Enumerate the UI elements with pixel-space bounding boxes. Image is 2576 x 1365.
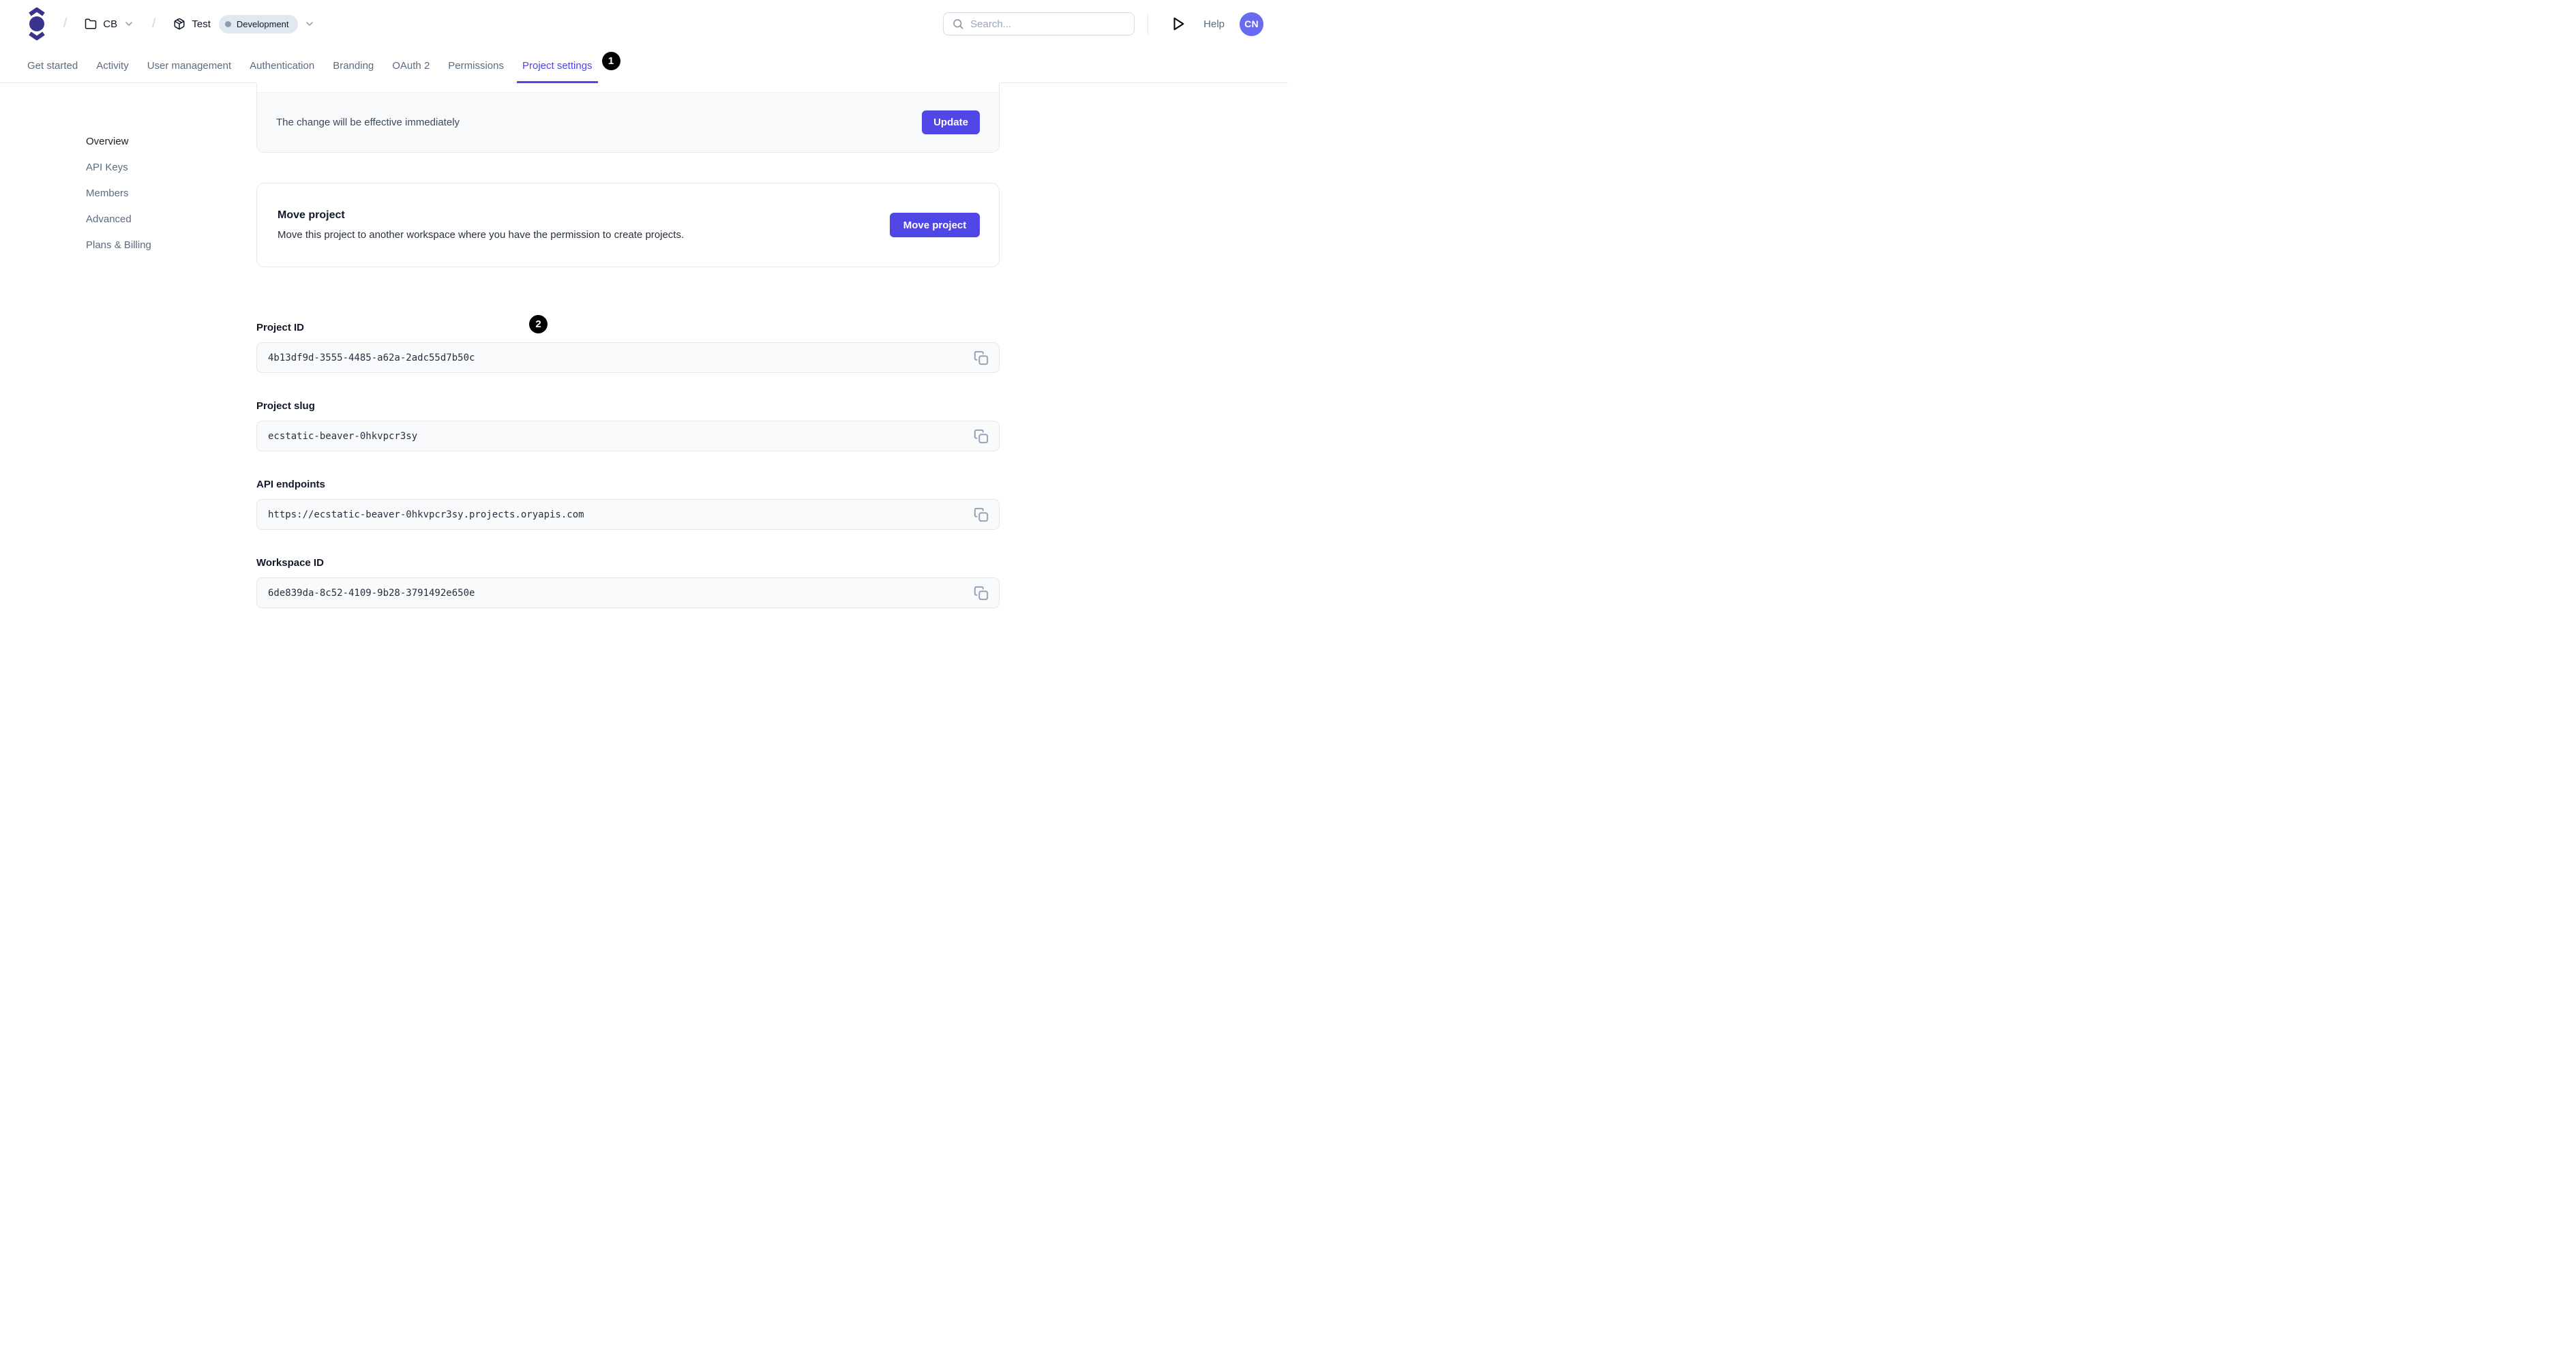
- copy-workspace-id-button[interactable]: [974, 586, 989, 601]
- api-endpoints-box: https://ecstatic-beaver-0hkvpcr3sy.proje…: [256, 499, 1000, 530]
- environment-badge: Development: [218, 14, 298, 33]
- update-card-footer: The change will be effective immediately…: [257, 92, 999, 152]
- copy-project-slug-button[interactable]: [974, 429, 989, 444]
- project-selector[interactable]: Test Development: [173, 14, 314, 33]
- settings-main: 2 The change will be effective immediate…: [256, 83, 1000, 608]
- environment-dot-icon: [224, 20, 231, 27]
- tab-project-settings[interactable]: Project settings 1: [517, 48, 620, 83]
- api-endpoints-field: API endpoints https://ecstatic-beaver-0h…: [256, 479, 1000, 530]
- search-icon: [953, 19, 963, 29]
- tab-get-started[interactable]: Get started: [27, 48, 78, 83]
- move-project-description: Move this project to another workspace w…: [278, 229, 685, 241]
- annotation-badge-2: 2: [529, 315, 548, 333]
- workspace-id-box: 6de839da-8c52-4109-9b28-3791492e650e: [256, 578, 1000, 608]
- move-project-card: Move project Move this project to anothe…: [256, 183, 1000, 267]
- environment-label: Development: [236, 18, 289, 29]
- move-project-title: Move project: [278, 209, 345, 221]
- tab-branding[interactable]: Branding: [333, 48, 374, 83]
- folder-icon: [85, 18, 97, 29]
- sidebar-item-overview[interactable]: Overview: [86, 136, 256, 148]
- ory-logo[interactable]: [28, 7, 46, 40]
- workspace-selector[interactable]: CB: [85, 18, 134, 30]
- update-button[interactable]: Update: [922, 110, 980, 134]
- content-area: Overview API Keys Members Advanced Plans…: [0, 83, 1288, 608]
- tab-project-settings-label: Project settings: [522, 59, 593, 72]
- project-name: Test: [192, 18, 211, 30]
- move-project-text: Move project Move this project to anothe…: [278, 209, 684, 241]
- workspace-id-label: Workspace ID: [256, 557, 324, 569]
- tab-oauth2[interactable]: OAuth 2: [392, 48, 430, 83]
- package-icon: [174, 18, 185, 30]
- sidebar-item-members[interactable]: Members: [86, 188, 256, 200]
- annotation-badge-1: 1: [601, 52, 620, 70]
- play-icon[interactable]: [1171, 16, 1186, 31]
- project-slug-field: Project slug ecstatic-beaver-0hkvpcr3sy: [256, 400, 1000, 451]
- user-avatar[interactable]: CN: [1240, 12, 1263, 36]
- copy-icon: [974, 586, 989, 600]
- copy-icon: [974, 350, 989, 365]
- copy-icon: [974, 507, 989, 522]
- tab-activity[interactable]: Activity: [96, 48, 129, 83]
- tab-authentication[interactable]: Authentication: [250, 48, 314, 83]
- update-note: The change will be effective immediately: [276, 117, 460, 128]
- copy-project-id-button[interactable]: [974, 350, 989, 365]
- search-box[interactable]: [943, 12, 1135, 35]
- tab-user-management[interactable]: User management: [147, 48, 231, 83]
- workspace-id-field: Workspace ID 6de839da-8c52-4109-9b28-379…: [256, 557, 1000, 608]
- update-card-body: [257, 83, 999, 92]
- copy-icon: [974, 429, 989, 443]
- chevron-down-icon: [305, 22, 313, 26]
- workspace-id-value: 6de839da-8c52-4109-9b28-3791492e650e: [268, 587, 475, 599]
- update-card: The change will be effective immediately…: [256, 83, 1000, 153]
- chevron-down-icon: [125, 22, 132, 26]
- project-id-field: Project ID 4b13df9d-3555-4485-a62a-2adc5…: [256, 322, 1000, 373]
- project-tabbar: Get started Activity User management Aut…: [0, 48, 1288, 83]
- settings-sidebar: Overview API Keys Members Advanced Plans…: [0, 83, 256, 608]
- sidebar-item-advanced[interactable]: Advanced: [86, 213, 256, 226]
- project-id-box: 4b13df9d-3555-4485-a62a-2adc55d7b50c: [256, 342, 1000, 373]
- sidebar-item-plans-billing[interactable]: Plans & Billing: [86, 239, 256, 252]
- breadcrumb-separator: /: [63, 16, 68, 31]
- api-endpoints-value: https://ecstatic-beaver-0hkvpcr3sy.proje…: [268, 509, 584, 520]
- project-id-label: Project ID: [256, 322, 305, 333]
- help-link[interactable]: Help: [1203, 18, 1225, 30]
- tab-permissions[interactable]: Permissions: [448, 48, 504, 83]
- move-project-button[interactable]: Move project: [890, 213, 980, 237]
- search-input[interactable]: [970, 18, 1126, 30]
- project-slug-box: ecstatic-beaver-0hkvpcr3sy: [256, 421, 1000, 451]
- sidebar-item-api-keys[interactable]: API Keys: [86, 162, 256, 174]
- workspace-name: CB: [103, 18, 118, 30]
- api-endpoints-label: API endpoints: [256, 479, 325, 490]
- project-slug-value: ecstatic-beaver-0hkvpcr3sy: [268, 430, 418, 442]
- breadcrumb-separator: /: [152, 16, 156, 31]
- project-slug-label: Project slug: [256, 400, 315, 412]
- copy-api-endpoints-button[interactable]: [974, 507, 989, 522]
- project-id-value: 4b13df9d-3555-4485-a62a-2adc55d7b50c: [268, 352, 475, 363]
- top-header: / CB / Test Development Search... Help C…: [0, 0, 1288, 48]
